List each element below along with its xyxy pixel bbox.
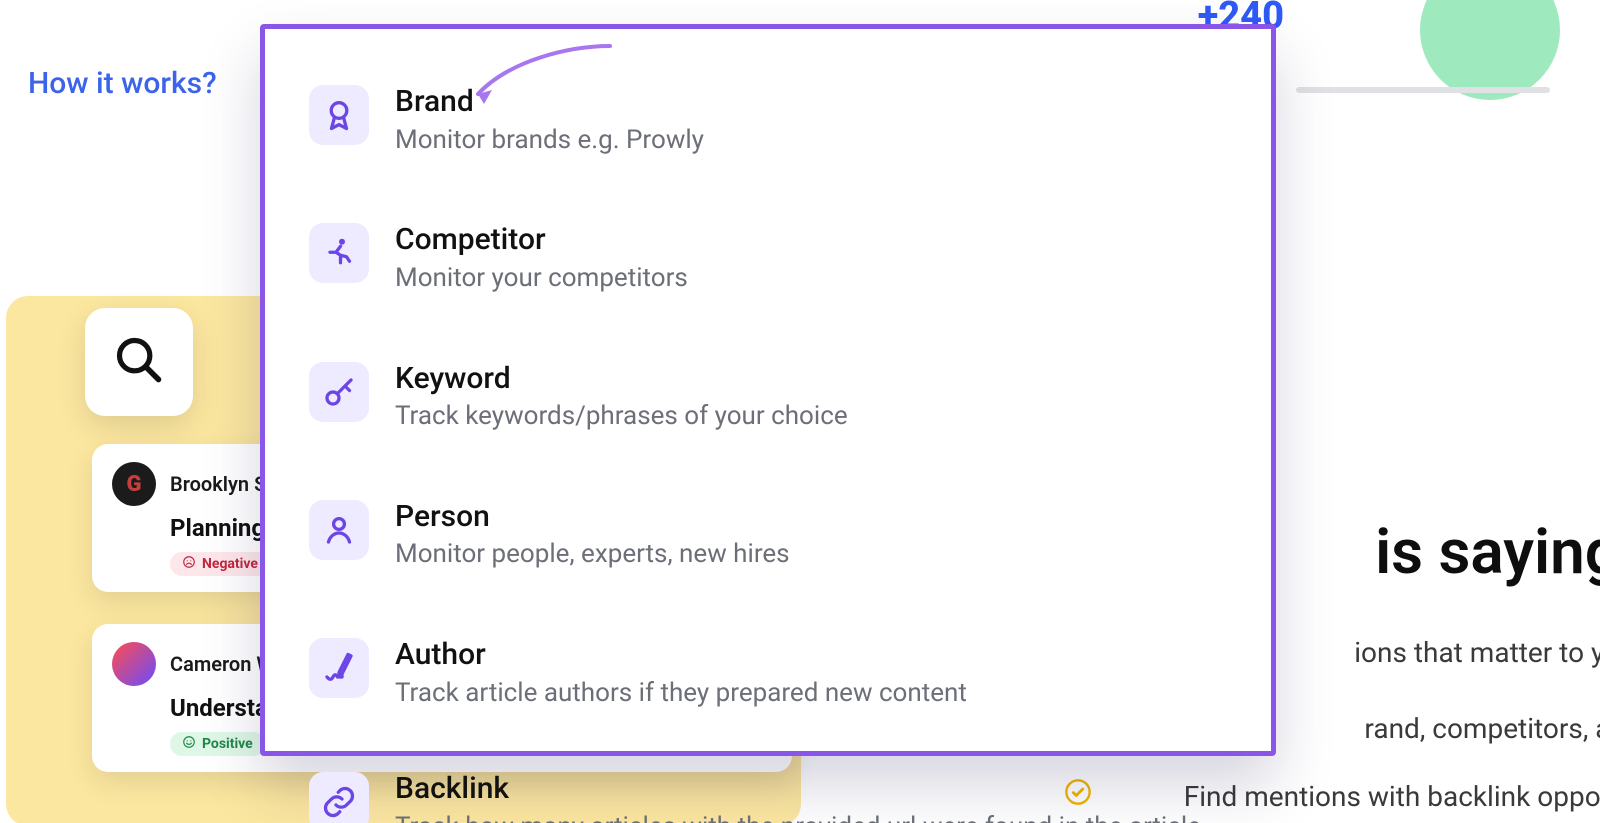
sentiment-label: Positive <box>202 736 253 752</box>
avatar <box>112 642 156 686</box>
option-person[interactable]: Person Monitor people, experts, new hire… <box>309 484 1227 588</box>
option-description: Monitor your competitors <box>395 262 688 296</box>
query-type-dropdown: Brand Monitor brands e.g. Prowly Competi… <box>260 24 1276 756</box>
option-competitor[interactable]: Competitor Monitor your competitors <box>309 207 1227 311</box>
decorative-green-circle <box>1420 0 1560 100</box>
how-it-works-link[interactable]: How it works? <box>28 66 217 101</box>
running-person-icon <box>309 223 369 283</box>
option-backlink[interactable]: Backlink Track how many articles with th… <box>309 756 1227 823</box>
mention-author: Cameron W <box>170 652 274 676</box>
option-description: Monitor brands e.g. Prowly <box>395 124 704 158</box>
option-title: Keyword <box>395 362 848 397</box>
option-description: Monitor people, experts, new hires <box>395 538 790 572</box>
option-description: Track article authors if they prepared n… <box>395 677 967 711</box>
subhead-fragment-1: ions that matter to yo <box>1354 636 1600 669</box>
decorative-divider <box>1296 87 1550 93</box>
option-brand[interactable]: Brand Monitor brands e.g. Prowly <box>309 69 1227 173</box>
sentiment-badge-negative: Negative <box>170 552 270 576</box>
link-icon <box>309 772 369 823</box>
award-ribbon-icon <box>309 85 369 145</box>
option-author[interactable]: Author Track article authors if they pre… <box>309 622 1227 726</box>
search-tile[interactable] <box>85 308 193 416</box>
subhead-fragment-2: rand, competitors, ar <box>1364 712 1600 745</box>
signature-pen-icon <box>309 638 369 698</box>
search-icon <box>113 334 165 390</box>
smile-face-icon <box>182 735 196 753</box>
option-title: Person <box>395 500 790 535</box>
avatar: G <box>112 462 156 506</box>
mention-author: Brooklyn S <box>170 472 266 496</box>
option-keyword[interactable]: Keyword Track keywords/phrases of your c… <box>309 346 1227 450</box>
sentiment-badge-positive: Positive <box>170 732 265 756</box>
headline-fragment: is saying <box>1375 516 1600 589</box>
subhead-fragment-3: Find mentions with backlink opport <box>1184 780 1600 813</box>
option-description: Track keywords/phrases of your choice <box>395 400 848 434</box>
sentiment-label: Negative <box>202 556 258 572</box>
key-icon <box>309 362 369 422</box>
option-title: Competitor <box>395 223 688 258</box>
option-description: Track how many articles with the provide… <box>395 811 1201 823</box>
option-title: Backlink <box>395 772 1201 807</box>
person-icon <box>309 500 369 560</box>
option-title: Brand <box>395 85 704 120</box>
sad-face-icon <box>182 555 196 573</box>
option-title: Author <box>395 638 967 673</box>
